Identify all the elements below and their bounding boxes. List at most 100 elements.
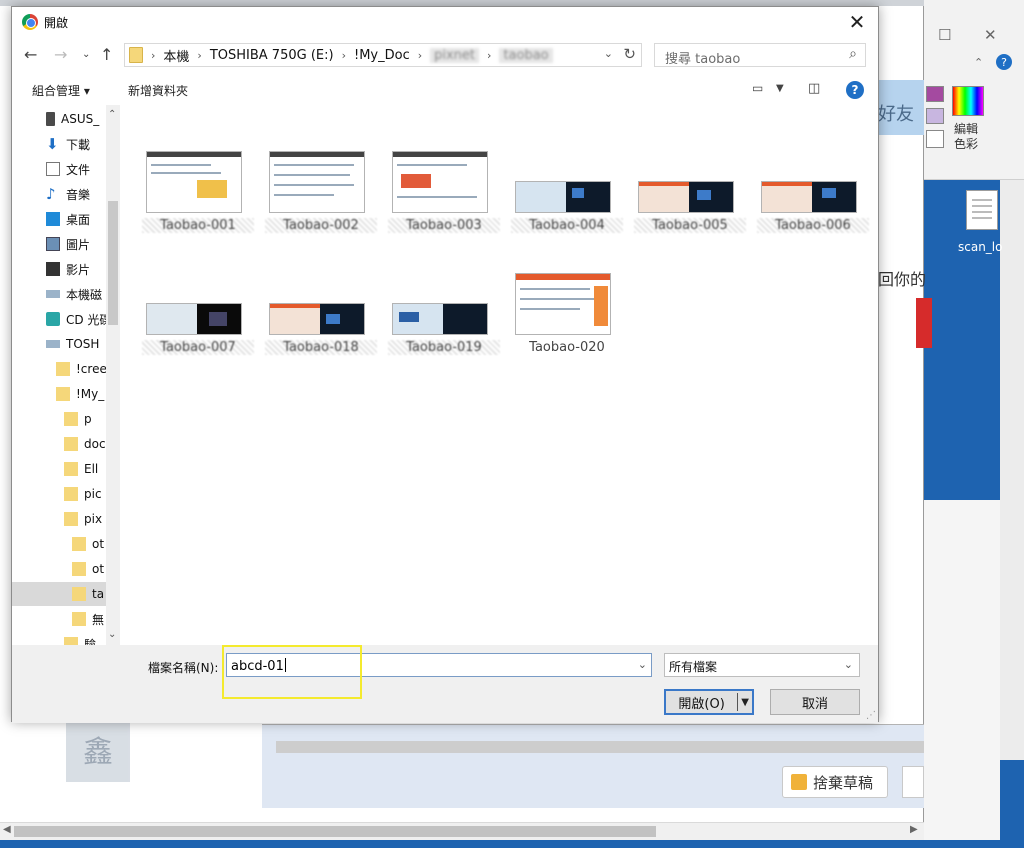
sidebar-item-folder[interactable]: pic: [12, 482, 108, 506]
refresh-icon[interactable]: ↻: [623, 45, 636, 63]
sidebar-item-local-disk[interactable]: 本機磁: [12, 282, 108, 306]
sidebar-item-label: 桌面: [66, 212, 91, 227]
folder-icon: [56, 387, 70, 401]
sidebar-item-folder[interactable]: doc: [12, 432, 108, 456]
discard-draft-button[interactable]: 捨棄草稿: [782, 766, 888, 798]
forward-arrow-icon[interactable]: →: [54, 45, 67, 64]
folder-icon: [72, 562, 86, 576]
preview-pane-icon[interactable]: ◫: [808, 81, 820, 96]
file-item[interactable]: Taobao-002: [265, 151, 377, 251]
file-item[interactable]: Taobao-019: [388, 273, 500, 373]
sidebar-item-cd-drive[interactable]: CD 光碟: [12, 307, 112, 331]
sidebar-item-toshiba[interactable]: TOSH: [12, 332, 108, 356]
scroll-down-icon[interactable]: ⌄: [108, 629, 116, 640]
sidebar-item-folder[interactable]: pix: [12, 507, 108, 531]
file-item[interactable]: Taobao-007: [142, 273, 254, 373]
scroll-thumb[interactable]: [108, 201, 118, 325]
open-dropdown-icon[interactable]: ▼: [738, 697, 752, 708]
edit-colors-icon[interactable]: [952, 86, 984, 116]
view-mode-icon[interactable]: ▭: [752, 81, 763, 95]
scroll-up-icon[interactable]: ⌃: [108, 109, 116, 120]
sidebar-item-label: pix: [84, 512, 103, 526]
maximize-icon[interactable]: ☐: [938, 26, 951, 44]
navigation-pane[interactable]: ASUS_ ⬇ 下載 文件 ♪ 音樂 桌面 圖片 影片 本機磁 CD 光碟 TO…: [12, 105, 120, 645]
help-icon[interactable]: ?: [846, 81, 864, 99]
resize-grip-icon[interactable]: ⋰: [866, 710, 876, 721]
search-icon[interactable]: ⌕: [849, 46, 857, 62]
file-name: Taobao-005: [634, 218, 746, 233]
sidebar-item-label: CD 光碟: [66, 312, 112, 327]
back-arrow-icon[interactable]: ←: [24, 45, 37, 64]
sidebar-item-taobao-selected[interactable]: ta: [12, 582, 108, 606]
folder-icon: [72, 587, 86, 601]
scroll-right-icon[interactable]: ▶: [910, 824, 918, 835]
sidebar-item-label: ot: [92, 537, 105, 551]
sidebar-item-documents[interactable]: 文件: [12, 157, 108, 181]
navigation-pane-scrollbar[interactable]: ⌃ ⌄: [106, 105, 120, 645]
file-name: Taobao-007: [142, 340, 254, 355]
up-arrow-icon[interactable]: ↑: [100, 45, 113, 64]
sidebar-item-pictures[interactable]: 圖片: [12, 232, 108, 256]
breadcrumb-taobao[interactable]: taobao: [499, 47, 553, 63]
organize-button[interactable]: 組合管理 ▾: [32, 82, 90, 99]
draft-extra-button[interactable]: [902, 766, 924, 798]
cancel-button[interactable]: 取消: [770, 689, 860, 715]
color-swatch[interactable]: [926, 130, 944, 148]
sidebar-item-label: 本機磁: [66, 287, 103, 302]
sidebar-item-desktop[interactable]: 桌面: [12, 207, 108, 231]
desktop-file-label[interactable]: scan_lo: [958, 240, 1002, 254]
close-icon[interactable]: ✕: [984, 26, 997, 44]
file-item[interactable]: Taobao-001: [142, 151, 254, 251]
breadcrumb-drive[interactable]: TOSHIBA 750G (E:): [210, 48, 334, 63]
file-name: Taobao-019: [388, 340, 500, 355]
file-item[interactable]: Taobao-018: [265, 273, 377, 373]
sidebar-item-downloads[interactable]: ⬇ 下載: [12, 132, 108, 156]
sidebar-item-asus[interactable]: ASUS_: [12, 107, 108, 131]
file-item[interactable]: Taobao-006: [757, 151, 869, 251]
sidebar-item-folder[interactable]: ot: [12, 532, 108, 556]
color-swatch[interactable]: [926, 108, 944, 124]
sidebar-item-folder[interactable]: !cree: [12, 357, 108, 381]
pictures-icon: [46, 237, 60, 251]
breadcrumb-mydoc[interactable]: !My_Doc: [354, 48, 410, 63]
breadcrumb-pixnet[interactable]: pixnet: [430, 47, 480, 63]
sidebar-item-folder[interactable]: ot: [12, 557, 108, 581]
scroll-thumb[interactable]: [14, 826, 656, 837]
filename-history-dropdown-icon[interactable]: ⌄: [638, 658, 647, 671]
breadcrumb-this-pc[interactable]: 本機: [163, 46, 189, 65]
sidebar-item-folder[interactable]: Ell: [12, 457, 108, 481]
page-horizontal-scrollbar[interactable]: ◀ ▶: [0, 822, 924, 840]
view-dropdown-icon[interactable]: ▼: [776, 83, 784, 94]
annotation-highlight-box: [222, 645, 362, 699]
new-folder-button[interactable]: 新增資料夾: [128, 82, 188, 99]
chevron-up-icon[interactable]: ⌃: [974, 56, 983, 69]
filetype-select[interactable]: 所有檔案 ⌄: [664, 653, 860, 677]
help-icon[interactable]: ?: [996, 54, 1012, 70]
sidebar-item-folder[interactable]: 無: [12, 607, 108, 631]
chevron-down-icon: ⌄: [843, 658, 853, 671]
background-friends-text: 好友: [878, 104, 914, 125]
address-bar[interactable]: › 本機 › TOSHIBA 750G (E:) › !My_Doc › pix…: [124, 43, 642, 67]
file-item[interactable]: Taobao-020: [511, 273, 623, 373]
sidebar-item-videos[interactable]: 影片: [12, 257, 108, 281]
file-list[interactable]: Taobao-001 Taobao-002 Taobao-003 Taobao-…: [120, 105, 878, 645]
sidebar-item-folder[interactable]: 驗: [12, 632, 108, 645]
search-box[interactable]: 搜尋 taobao ⌕: [654, 43, 866, 67]
dialog-toolbar: 組合管理 ▾ 新增資料夾 ▭ ▼ ◫ ?: [12, 75, 878, 105]
sidebar-item-folder[interactable]: p: [12, 407, 108, 431]
sidebar-item-music[interactable]: ♪ 音樂: [12, 182, 108, 206]
draft-icon: [791, 774, 807, 790]
sidebar-item-folder[interactable]: !My_: [12, 382, 108, 406]
address-dropdown-icon[interactable]: ⌄: [604, 47, 613, 60]
editor-scrollbar[interactable]: [276, 741, 924, 753]
file-item[interactable]: Taobao-003: [388, 151, 500, 251]
file-item[interactable]: Taobao-004: [511, 151, 623, 251]
paint-scrollbar[interactable]: [1000, 180, 1024, 760]
file-item[interactable]: Taobao-005: [634, 151, 746, 251]
file-icon[interactable]: [966, 190, 998, 230]
recent-locations-chevron-icon[interactable]: ⌄: [82, 49, 90, 60]
color-swatch[interactable]: [926, 86, 944, 102]
open-button[interactable]: 開啟(O) ▼: [664, 689, 754, 715]
scroll-left-icon[interactable]: ◀: [3, 824, 11, 835]
close-icon[interactable]: ✕: [842, 9, 872, 35]
